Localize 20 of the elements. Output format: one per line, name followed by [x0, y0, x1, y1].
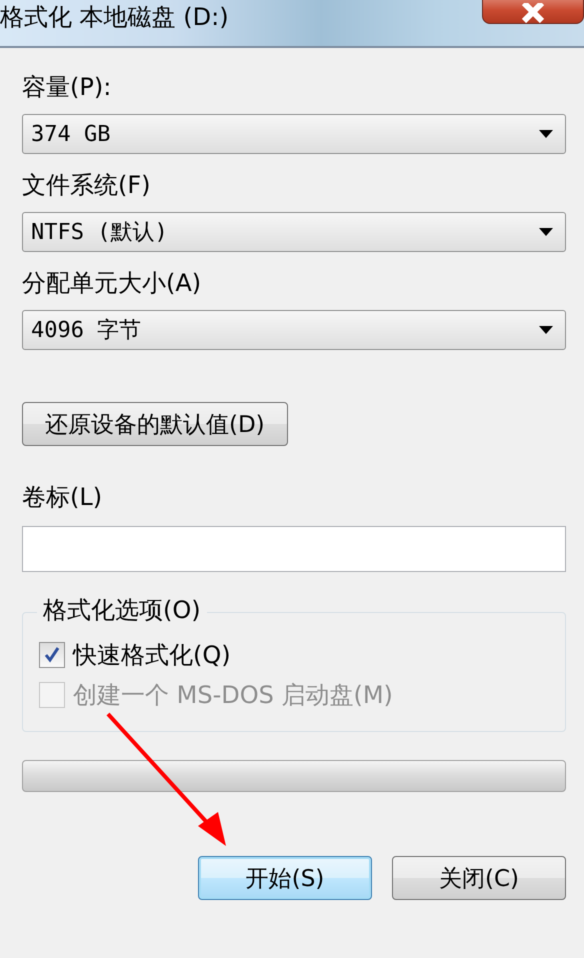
dialog-button[interactable]: 关闭(C)	[392, 856, 566, 900]
field-label: 文件系统(F)	[22, 170, 152, 200]
close-button[interactable]	[482, 0, 584, 24]
checkbox-label: 创建一个 MS-DOS 启动盘(M)	[73, 680, 393, 711]
field-label: 容量(P):	[22, 72, 112, 102]
checkmark-icon	[43, 646, 61, 664]
dropdown-arrow-icon	[539, 228, 553, 236]
dropdown[interactable]: 374 GB	[22, 114, 566, 154]
field-label: 分配单元大小(A)	[22, 268, 202, 298]
checkbox[interactable]	[39, 642, 65, 668]
restore-defaults-button[interactable]: 还原设备的默认值(D)	[22, 402, 288, 446]
checkbox-label: 快速格式化(Q)	[73, 640, 231, 671]
dropdown[interactable]: 4096 字节	[22, 310, 566, 350]
window-title: 格式化 本地磁盘 (D:)	[0, 2, 229, 33]
volume-label-field[interactable]	[22, 526, 566, 572]
dialog-button[interactable]: 开始(S)	[198, 856, 372, 900]
dropdown-arrow-icon	[539, 326, 553, 334]
field-label: 卷标(L)	[22, 482, 104, 512]
dropdown-arrow-icon	[539, 130, 553, 138]
dropdown[interactable]: NTFS (默认)	[22, 212, 566, 252]
